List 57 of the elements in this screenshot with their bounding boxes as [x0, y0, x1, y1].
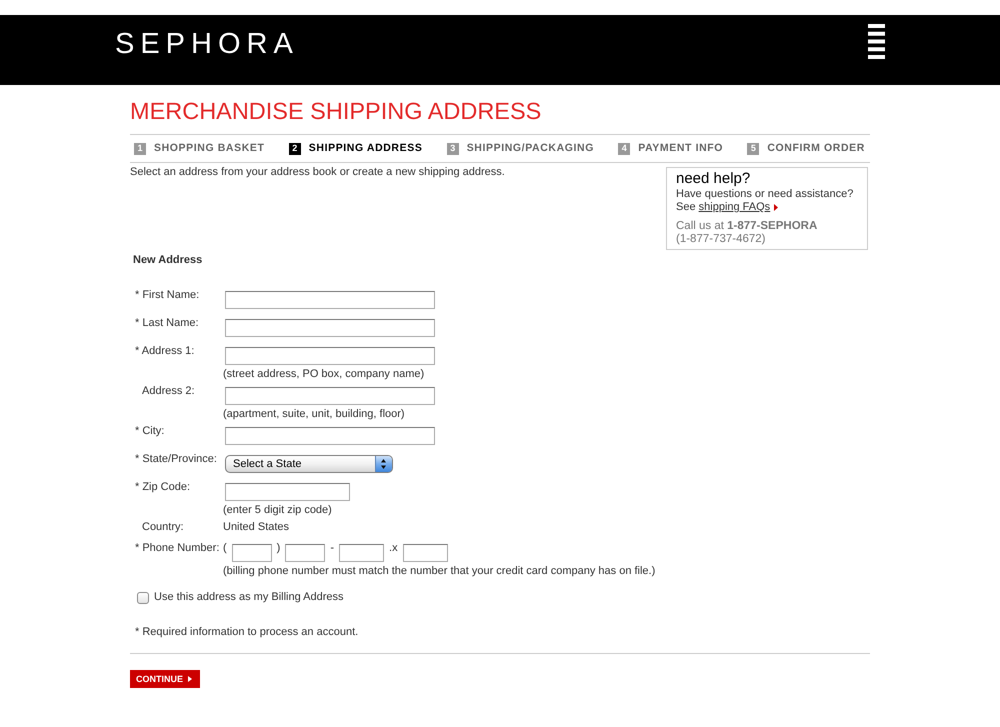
step-label: SHIPPING/PACKAGING	[466, 142, 594, 155]
step-label: SHIPPING ADDRESS	[308, 142, 422, 155]
input-field[interactable]	[402, 544, 448, 562]
input-field[interactable]	[285, 544, 326, 562]
input-field[interactable]	[232, 544, 272, 562]
step-label: CONFIRM ORDER	[767, 142, 865, 155]
step-number: 3	[446, 142, 459, 154]
phone-separator: .x	[389, 542, 398, 555]
phone-text: (1-877-737-4672)	[676, 233, 767, 246]
step-number: 1	[134, 142, 146, 154]
field-label: * Zip Code:	[135, 481, 190, 494]
input-field[interactable]	[225, 291, 435, 309]
step-number: 5	[747, 142, 760, 154]
input-field[interactable]	[225, 347, 435, 365]
continue-button[interactable]: CONTINUE	[130, 670, 200, 688]
field-label: * First Name:	[135, 289, 200, 302]
call-text: Call us at 1-877-SEPHORA	[676, 220, 818, 233]
section-heading: New Address	[133, 254, 202, 267]
triangle-icon	[188, 676, 192, 682]
phone-separator: )	[276, 542, 280, 555]
checkbox-label: Use this address as my Billing Address	[154, 591, 344, 604]
checkbox[interactable]	[137, 592, 149, 604]
field-hint: (enter 5 digit zip code)	[223, 504, 332, 517]
step-label: PAYMENT INFO	[638, 142, 724, 155]
updown-arrows-icon	[375, 456, 392, 472]
input-field[interactable]	[339, 544, 384, 562]
field-hint: (billing phone number must match the number that your credit card company has on file.)	[223, 565, 656, 578]
faq-link[interactable]: shipping FAQs	[698, 201, 770, 213]
help-text: Have questions or need assistance?	[676, 188, 854, 201]
field-label: Country:	[142, 521, 184, 534]
input-field[interactable]	[225, 387, 435, 405]
help-title: need help?	[676, 170, 752, 188]
required-note: * Required information to process an account.	[135, 626, 358, 639]
field-label: * State/Province:	[135, 453, 217, 466]
step-number: 4	[618, 142, 630, 154]
phone-separator: (	[223, 542, 227, 555]
logo[interactable]: SEPHORA	[115, 30, 299, 59]
faq-text: See shipping FAQs	[676, 201, 858, 214]
step-label: SHOPPING BASKET	[154, 142, 265, 155]
field-hint: (street address, PO box, company name)	[223, 368, 424, 381]
triangle-icon	[774, 204, 778, 211]
input-field[interactable]	[225, 319, 435, 337]
menu-icon[interactable]	[868, 24, 885, 59]
field-label: * City:	[135, 425, 164, 438]
intro-text: Select an address from your address book or create a new shipping address.	[130, 166, 505, 179]
field-hint: (apartment, suite, unit, building, floor)	[223, 408, 405, 421]
field-label: Address 2:	[142, 385, 195, 398]
phone-separator: -	[330, 542, 334, 555]
page-title: MERCHANDISE SHIPPING ADDRESS	[130, 97, 542, 126]
field-label: * Last Name:	[135, 317, 199, 330]
input-field[interactable]	[225, 483, 350, 501]
field-label: * Address 1:	[135, 345, 194, 358]
step-number: 2	[288, 142, 301, 154]
field-value: United States	[223, 521, 290, 534]
input-field[interactable]	[225, 427, 435, 445]
field-label: * Phone Number:	[135, 542, 220, 555]
state-select[interactable]: Select a State	[225, 455, 393, 473]
